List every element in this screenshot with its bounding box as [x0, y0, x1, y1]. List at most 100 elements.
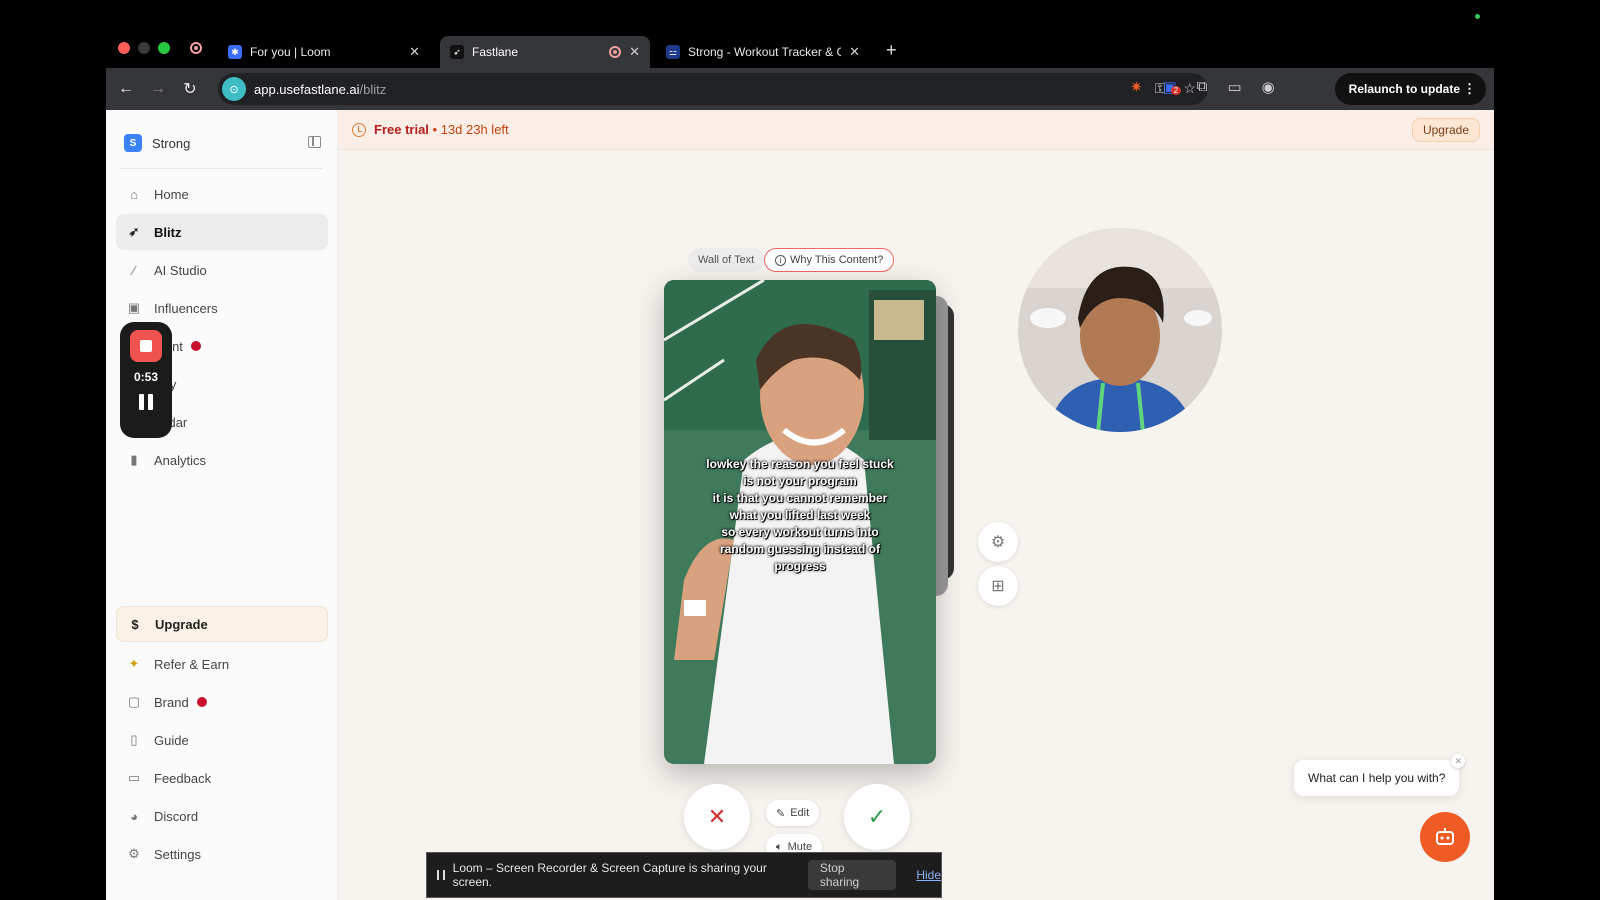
tab-strong[interactable]: ⚍ Strong - Workout Tracker & G ✕	[656, 36, 870, 68]
sidebar-item-analytics[interactable]: ▮ Analytics	[116, 442, 328, 478]
hide-link[interactable]: Hide	[916, 868, 941, 882]
chat-launcher-button[interactable]	[1420, 812, 1470, 862]
loom-recording-controls: 0:53	[120, 322, 172, 438]
sidebar-item-label: Analytics	[154, 452, 207, 468]
sidebar-item-refer[interactable]: ✦ Refer & Earn	[116, 646, 328, 682]
sidebar-item-feedback[interactable]: ▭ Feedback	[116, 760, 328, 796]
strong-icon: ⚍	[666, 45, 680, 59]
trial-remaining: • 13d 23h left	[428, 122, 509, 137]
forward-button[interactable]: →	[142, 80, 174, 98]
cast-icon[interactable]: ▭	[1227, 78, 1241, 96]
sidebar-item-guide[interactable]: ▯ Guide	[116, 722, 328, 758]
address-bar[interactable]: ⊙ app.usefastlane.ai/blitz ⚿ ☆	[218, 73, 1208, 105]
recording-timer: 0:53	[133, 370, 159, 384]
gear-icon: ⚙	[128, 846, 140, 861]
webcam-bubble[interactable]	[1018, 228, 1222, 432]
site-info-icon[interactable]: ⊙	[222, 77, 246, 101]
sidebar-item-influencers[interactable]: ▣ Influencers	[116, 290, 328, 326]
edit-button[interactable]: ✎ Edit	[766, 800, 820, 826]
sidebar-item-label: AI Studio	[154, 262, 207, 278]
wall-of-text-tag[interactable]: Wall of Text	[688, 248, 765, 272]
close-tab-icon[interactable]: ✕	[409, 44, 420, 60]
screen: ✱ For you | Loom ✕ ➶ Fastlane ✕ ⚍ Strong…	[0, 0, 1600, 900]
sidebar-item-upgrade[interactable]: $ Upgrade	[116, 606, 328, 642]
tab-title: For you | Loom	[250, 45, 331, 59]
notification-dot	[196, 697, 207, 707]
tab-title: Strong - Workout Tracker & G	[688, 45, 842, 59]
workspace-switcher[interactable]: S Strong	[124, 134, 190, 152]
close-chat-icon[interactable]: ✕	[1451, 754, 1466, 768]
extensions-puzzle-icon[interactable]: ⧉	[1197, 78, 1208, 96]
stop-sharing-button[interactable]: Stop sharing	[807, 860, 897, 890]
sidebar-item-label: Refer & Earn	[154, 656, 230, 672]
minimize-window-button[interactable]	[138, 42, 150, 54]
browser-toolbar: ← → ↻ ⊙ app.usefastlane.ai/blitz ⚿ ☆ ✷ ▣…	[106, 68, 1494, 110]
sidebar-item-label: Settings	[154, 846, 201, 862]
briefcase-icon: ▢	[127, 694, 141, 709]
tab-bar: ✱ For you | Loom ✕ ➶ Fastlane ✕ ⚍ Strong…	[106, 30, 1494, 68]
sidebar-item-settings[interactable]: ⚙ Settings	[116, 836, 328, 872]
sidebar-item-label: Blitz	[154, 224, 182, 240]
screen-share-bar: Loom – Screen Recorder & Screen Capture …	[426, 852, 942, 898]
accept-button[interactable]: ✓	[844, 784, 910, 850]
sidebar-item-label: Upgrade	[155, 616, 208, 632]
stop-recording-button[interactable]	[130, 330, 162, 362]
trial-banner: Free trial • 13d 23h left Upgrade	[338, 110, 1494, 150]
workspace-badge: S	[124, 134, 142, 152]
sidebar-item-discord[interactable]: ◕ Discord	[116, 798, 328, 834]
video-caption: lowkey the reason you feel stuck is not …	[664, 456, 936, 575]
caption-line: so every workout turns into	[721, 525, 879, 539]
tab-title: Fastlane	[472, 45, 519, 59]
reject-button[interactable]: ✕	[684, 784, 750, 850]
close-tab-icon[interactable]: ✕	[629, 44, 640, 60]
trial-upgrade-button[interactable]: Upgrade	[1411, 118, 1480, 142]
relaunch-label: Relaunch to update	[1348, 82, 1460, 96]
pause-recording-button[interactable]	[139, 394, 153, 410]
sidebar-item-label: Influencers	[154, 300, 218, 316]
reload-button[interactable]: ↻	[174, 79, 206, 99]
home-icon: ⌂	[130, 186, 138, 202]
sidebar-item-label: Guide	[154, 732, 189, 748]
drag-handle-icon[interactable]	[437, 870, 445, 880]
settings-gear-button[interactable]: ⚙	[978, 522, 1018, 562]
chat-prompt-bubble[interactable]: What can I help you with? ✕	[1294, 754, 1466, 796]
gear-icon: ⚙	[990, 534, 1006, 551]
why-this-content-button[interactable]: i Why This Content?	[764, 248, 895, 272]
close-tab-icon[interactable]: ✕	[849, 44, 860, 60]
magic-wand-icon: ⁄	[132, 262, 136, 278]
more-menu-icon[interactable]: ⋮	[1463, 81, 1476, 97]
trial-label: Free trial	[374, 122, 429, 137]
tab-fastlane[interactable]: ➶ Fastlane ✕	[440, 36, 650, 68]
new-tab-button[interactable]: +	[886, 40, 897, 61]
camera-indicator	[1475, 14, 1480, 19]
sidebar-item-label: Home	[154, 186, 189, 202]
clock-icon	[352, 123, 366, 137]
sidebar-item-label: Brand	[154, 694, 189, 710]
caption-line: progress	[774, 559, 826, 573]
sidebar-item-home[interactable]: ⌂ Home	[116, 176, 328, 212]
loom-icon: ✱	[228, 45, 242, 59]
back-button[interactable]: ←	[110, 80, 142, 98]
sidebar-item-ai-studio[interactable]: ⁄ AI Studio	[116, 252, 328, 288]
sidebar-item-blitz[interactable]: ➶ Blitz	[116, 214, 328, 250]
fastlane-icon: ➶	[450, 45, 464, 59]
tab-loom[interactable]: ✱ For you | Loom ✕	[218, 36, 430, 68]
relaunch-button[interactable]: Relaunch to update ⋮	[1334, 73, 1486, 105]
url-host: app.usefastlane.ai	[254, 81, 360, 97]
extension-sun-icon[interactable]: ✷	[1130, 78, 1143, 96]
maximize-window-button[interactable]	[158, 42, 170, 54]
profile-icon[interactable]: ◉	[1262, 78, 1275, 96]
extension-badge-icon[interactable]: ▣ 2	[1163, 78, 1182, 96]
map-icon: ▯	[130, 732, 138, 747]
caption-line: is not your program	[743, 474, 857, 488]
sidebar-item-brand[interactable]: ▢ Brand	[116, 684, 328, 720]
collapse-sidebar-icon[interactable]	[308, 136, 321, 148]
caption-line: it is that you cannot remember	[712, 491, 888, 505]
add-image-button[interactable]: ⊞	[978, 566, 1018, 606]
rocket-icon: ➶	[128, 224, 140, 239]
trial-text: Free trial • 13d 23h left	[374, 122, 509, 137]
video-preview-card[interactable]: lowkey the reason you feel stuck is not …	[664, 280, 936, 764]
workspace-name: Strong	[152, 135, 191, 151]
close-window-button[interactable]	[118, 42, 130, 54]
notification-dot	[190, 341, 201, 351]
